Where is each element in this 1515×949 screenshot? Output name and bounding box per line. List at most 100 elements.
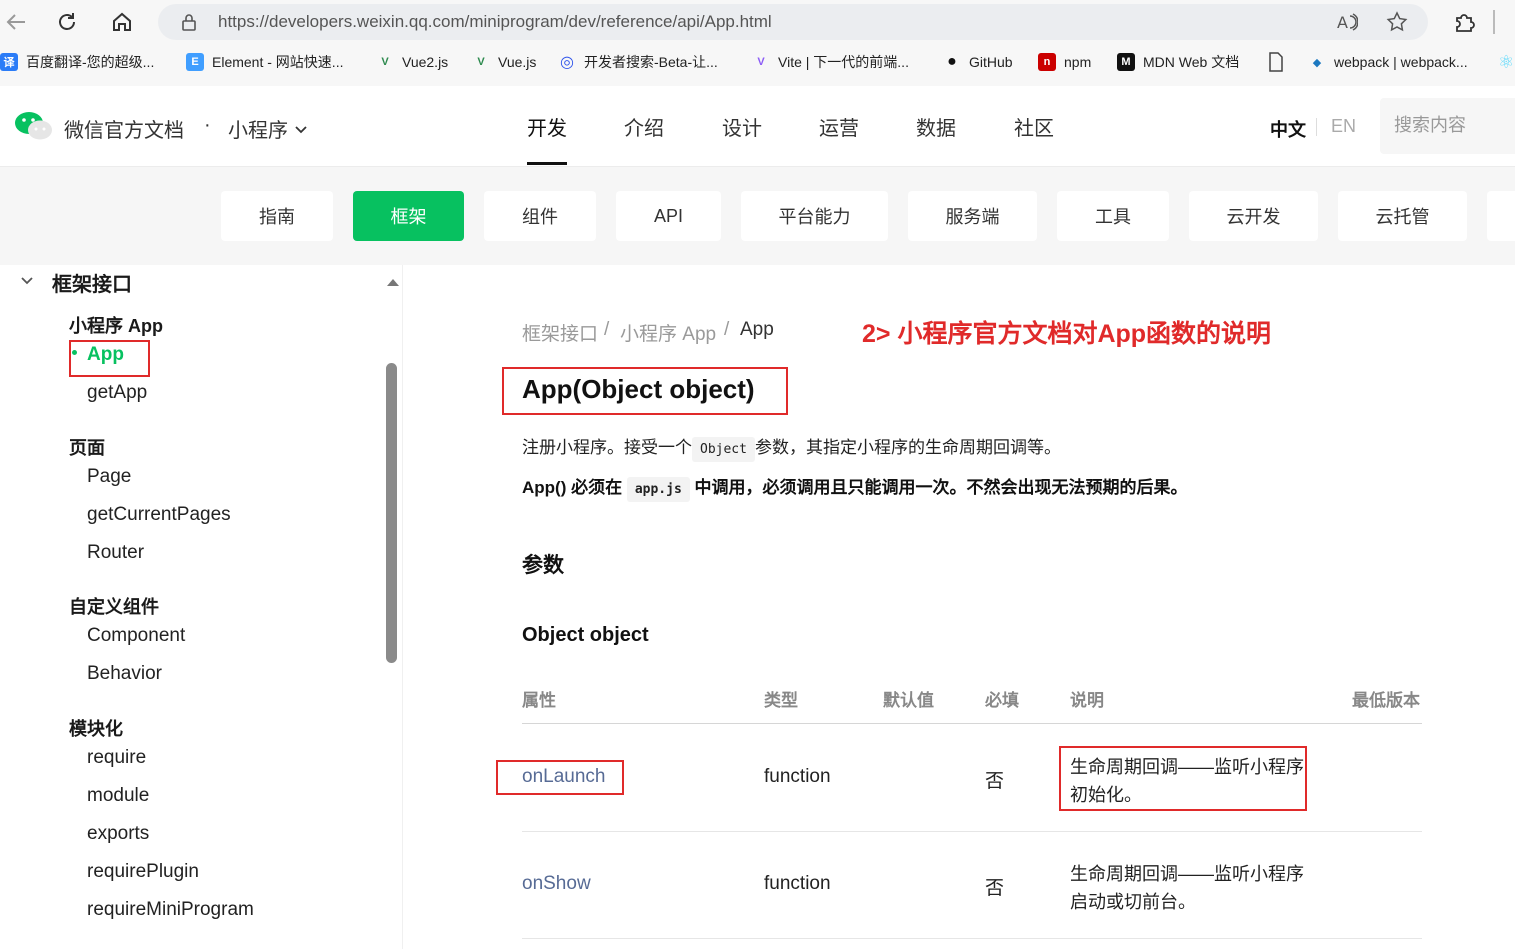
topnav-intro[interactable]: 介绍 bbox=[624, 112, 664, 141]
search-logo-icon: ◎ bbox=[560, 54, 574, 71]
sidebar-group-custom-component[interactable]: 自定义组件 bbox=[69, 593, 159, 619]
bookmark-webpack[interactable]: ◆ webpack | webpack... bbox=[1308, 50, 1468, 74]
sidebar-section-title[interactable]: 框架接口 bbox=[52, 268, 132, 297]
category-cloud-hosting[interactable]: 云托管 bbox=[1338, 191, 1467, 241]
category-more[interactable] bbox=[1487, 191, 1515, 241]
collapse-chevron-icon[interactable] bbox=[18, 271, 36, 294]
category-api[interactable]: API bbox=[616, 191, 721, 241]
table-cell-required: 否 bbox=[985, 771, 1005, 792]
sidebar-item-router[interactable]: Router bbox=[87, 542, 144, 564]
topnav-data[interactable]: 数据 bbox=[916, 112, 956, 141]
product-switcher[interactable]: 小程序 bbox=[228, 114, 310, 143]
category-components[interactable]: 组件 bbox=[484, 191, 596, 241]
bookmark-mdn[interactable]: M MDN Web 文档 bbox=[1117, 50, 1239, 74]
bookmark-vue2[interactable]: V Vue2.js bbox=[376, 50, 448, 74]
lock-icon[interactable] bbox=[180, 13, 198, 36]
toolbar-divider bbox=[1493, 10, 1495, 34]
table-header-min-version: 最低版本 bbox=[1352, 691, 1420, 710]
sidebar-item-requireminiprogram[interactable]: requireMiniProgram bbox=[87, 899, 254, 921]
sidebar-group-app[interactable]: 小程序 App bbox=[69, 312, 163, 338]
logo-separator: · bbox=[204, 114, 211, 136]
table-cell-onlaunch-link[interactable]: onLaunch bbox=[522, 766, 605, 788]
home-icon[interactable] bbox=[106, 6, 138, 38]
topnav-operation[interactable]: 运营 bbox=[819, 112, 859, 141]
bookmark-label: Vue2.js bbox=[402, 54, 449, 70]
npm-logo-icon: n bbox=[1038, 53, 1056, 71]
intro-text: 注册小程序。接受一个 bbox=[522, 438, 692, 457]
table-cell-description: 初始化。 bbox=[1070, 785, 1142, 805]
category-platform[interactable]: 平台能力 bbox=[741, 191, 888, 241]
table-cell-description: 生命周期回调——监听小程序 bbox=[1070, 757, 1304, 777]
chevron-down-icon bbox=[295, 125, 307, 133]
vue-logo-icon: V bbox=[381, 56, 389, 68]
sidebar-item-exports[interactable]: exports bbox=[87, 823, 149, 845]
sidebar-group-page[interactable]: 页面 bbox=[69, 434, 105, 460]
category-tools[interactable]: 工具 bbox=[1057, 191, 1169, 241]
extensions-icon[interactable] bbox=[1448, 6, 1480, 38]
favorite-star-icon[interactable] bbox=[1386, 11, 1408, 38]
sidebar-item-component[interactable]: Component bbox=[87, 625, 185, 647]
topnav-community[interactable]: 社区 bbox=[1014, 112, 1054, 141]
intro-text: 参数，其指定小程序的生命周期回调等。 bbox=[754, 438, 1061, 457]
search-input[interactable] bbox=[1392, 114, 1515, 137]
sidebar-scrollbar[interactable] bbox=[386, 363, 397, 663]
url-text[interactable]: https://developers.weixin.qq.com/minipro… bbox=[218, 12, 772, 32]
sidebar-item-require[interactable]: require bbox=[87, 747, 146, 769]
address-bar[interactable]: https://developers.weixin.qq.com/minipro… bbox=[158, 4, 1428, 40]
topnav-develop[interactable]: 开发 bbox=[527, 112, 567, 141]
product-label: 小程序 bbox=[228, 120, 288, 142]
bookmark-label: Vue.js bbox=[498, 54, 537, 70]
category-guide[interactable]: 指南 bbox=[221, 191, 333, 241]
bookmark-label: GitHub bbox=[969, 54, 1013, 70]
page-icon bbox=[1269, 52, 1283, 72]
lang-en[interactable]: EN bbox=[1331, 116, 1356, 137]
bookmark-baidu-fanyi[interactable]: 译 百度翻译-您的超级... bbox=[0, 50, 154, 74]
wechat-logo-icon[interactable] bbox=[14, 110, 54, 147]
bookmark-npm[interactable]: n npm bbox=[1038, 50, 1091, 74]
table-cell-required: 否 bbox=[985, 878, 1005, 899]
bookmark-untitled[interactable] bbox=[1268, 50, 1284, 74]
site-logo-text[interactable]: 微信官方文档 bbox=[64, 114, 184, 143]
table-cell-type: function bbox=[764, 873, 831, 894]
sidebar-item-getcurrentpages[interactable]: getCurrentPages bbox=[87, 504, 231, 526]
breadcrumb-app-group[interactable]: 小程序 App bbox=[620, 319, 716, 346]
bookmark-react[interactable]: ⚛ bbox=[1498, 50, 1514, 74]
category-cloud-dev[interactable]: 云开发 bbox=[1189, 191, 1318, 241]
sidebar-item-module[interactable]: module bbox=[87, 785, 149, 807]
category-server[interactable]: 服务端 bbox=[908, 191, 1037, 241]
vue-logo-icon: V bbox=[477, 56, 485, 68]
sidebar-group-modular[interactable]: 模块化 bbox=[69, 715, 123, 741]
warning-text: App() 必须在 bbox=[522, 478, 623, 497]
sidebar-item-requireplugin[interactable]: requirePlugin bbox=[87, 861, 199, 883]
site-header: 微信官方文档 · 小程序 开发 介绍 设计 运营 数据 社区 中文 EN bbox=[0, 86, 1515, 167]
table-cell-description: 生命周期回调——监听小程序 bbox=[1070, 864, 1304, 884]
intro-paragraph: 注册小程序。接受一个 Object 参数，其指定小程序的生命周期回调等。 bbox=[522, 433, 1061, 462]
back-arrow-icon[interactable] bbox=[0, 6, 32, 38]
bookmark-vite[interactable]: V Vite | 下一代的前端... bbox=[752, 50, 909, 74]
category-bar: 指南 框架 组件 API 平台能力 服务端 工具 云开发 云托管 bbox=[0, 167, 1515, 265]
bookmark-vue[interactable]: V Vue.js bbox=[472, 50, 536, 74]
sidebar-divider bbox=[402, 265, 403, 949]
bookmark-element[interactable]: E Element - 网站快速... bbox=[186, 50, 343, 74]
bookmark-label: Vite | 下一代的前端... bbox=[778, 54, 909, 70]
sidebar-item-behavior[interactable]: Behavior bbox=[87, 663, 162, 685]
search-box[interactable] bbox=[1380, 98, 1515, 154]
breadcrumb-framework[interactable]: 框架接口 bbox=[522, 319, 598, 346]
bookmark-label: webpack | webpack... bbox=[1334, 54, 1468, 70]
sidebar-item-getapp[interactable]: getApp bbox=[87, 382, 147, 404]
bookmark-dev-search[interactable]: ◎ 开发者搜索-Beta-让... bbox=[558, 50, 718, 74]
table-cell-description: 启动或切前台。 bbox=[1070, 892, 1196, 912]
bookmark-github[interactable]: ● GitHub bbox=[943, 50, 1013, 74]
params-heading: 参数 bbox=[522, 554, 564, 577]
topnav-design[interactable]: 设计 bbox=[722, 112, 762, 141]
sidebar-item-page[interactable]: Page bbox=[87, 466, 131, 488]
lang-zh[interactable]: 中文 bbox=[1270, 116, 1306, 142]
table-cell-onshow-link[interactable]: onShow bbox=[522, 873, 591, 895]
mdn-logo-icon: M bbox=[1117, 53, 1135, 71]
inline-code: app.js bbox=[626, 477, 690, 502]
scroll-up-arrow-icon[interactable] bbox=[386, 274, 400, 292]
reload-icon[interactable] bbox=[51, 6, 83, 38]
github-logo-icon: ● bbox=[947, 53, 957, 70]
category-framework[interactable]: 框架 bbox=[353, 191, 464, 241]
read-aloud-icon[interactable]: A bbox=[1336, 11, 1359, 38]
